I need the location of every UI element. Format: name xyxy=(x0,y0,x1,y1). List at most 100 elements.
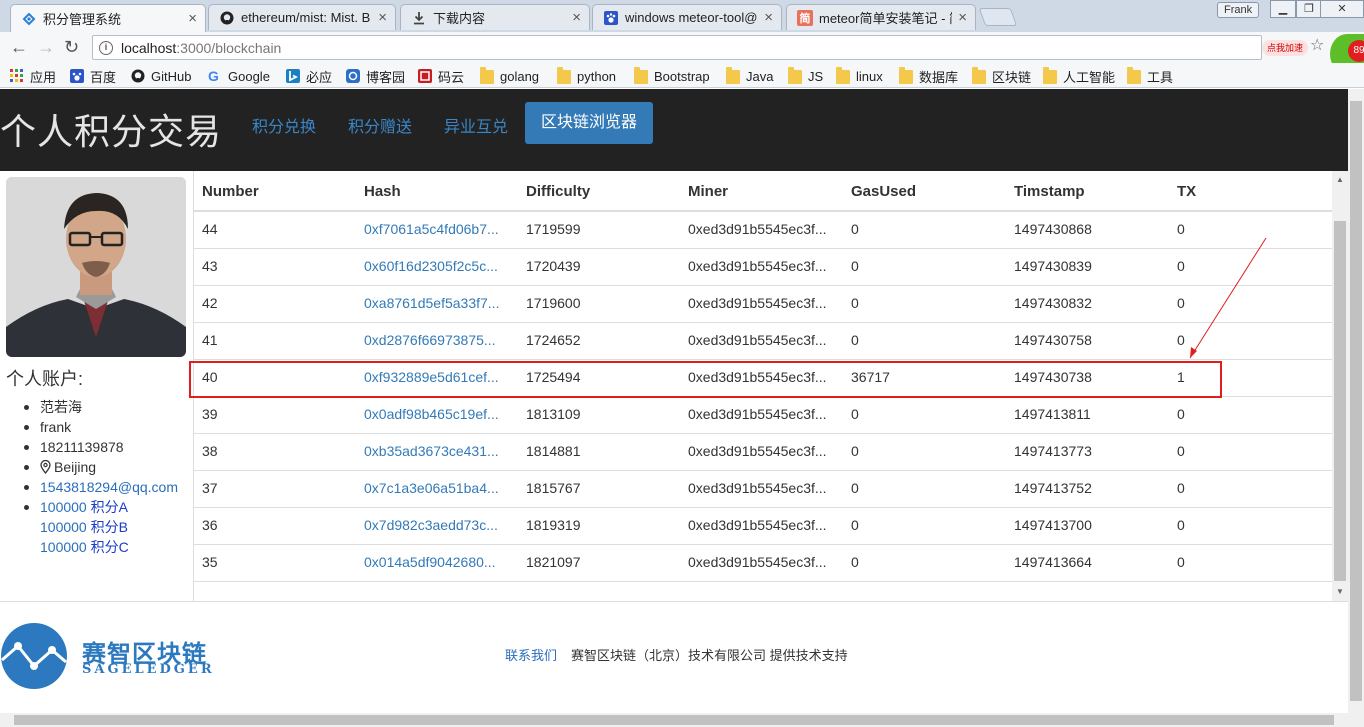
cell-hash-link[interactable]: 0x7d982c3aedd73c... xyxy=(364,517,509,533)
bookmark-apps[interactable]: 应用 xyxy=(10,67,56,85)
extension-count: 89 xyxy=(1348,40,1364,62)
bookmark-label: Google xyxy=(228,68,270,84)
close-icon[interactable]: × xyxy=(764,9,773,26)
folder-icon xyxy=(557,67,571,84)
bookmark-folder[interactable]: 区块链 xyxy=(972,67,1031,85)
bookmark-github[interactable]: GitHub xyxy=(131,67,191,85)
horizontal-scrollbar[interactable] xyxy=(0,713,1364,727)
cell-miner: 0xed3d91b5545ec3f... xyxy=(688,295,827,311)
cell-timestamp: 1497413773 xyxy=(1014,443,1092,459)
cell-hash-link[interactable]: 0x60f16d2305f2c5c... xyxy=(364,258,509,274)
bookmark-baidu[interactable]: 百度 xyxy=(70,67,116,85)
column-header-miner: Miner xyxy=(688,183,729,200)
browser-tab-1[interactable]: ethereum/mist: Mist. B × xyxy=(208,4,396,30)
bing-icon xyxy=(286,69,300,83)
extension-badge[interactable]: 点我加速 xyxy=(1262,40,1309,56)
folder-icon xyxy=(972,67,986,84)
bookmark-folder[interactable]: 人工智能 xyxy=(1043,67,1115,85)
nav-link-exchange[interactable]: 积分兑换 xyxy=(252,113,316,137)
cell-hash-link[interactable]: 0x7c1a3e06a51ba4... xyxy=(364,480,509,496)
account-points-c: 100000 积分C xyxy=(22,537,178,557)
scroll-up-icon[interactable]: ▲ xyxy=(1336,175,1344,184)
table-header: Number Hash Difficulty Miner GasUsed Timstamp… xyxy=(194,171,1332,212)
cell-number: 35 xyxy=(202,554,218,570)
cell-hash-link[interactable]: 0x014a5df9042680... xyxy=(364,554,509,570)
window-close-button[interactable]: ✕ xyxy=(1320,0,1364,18)
nav-link-cross-industry[interactable]: 异业互兑 xyxy=(444,113,508,137)
table-scrollbar[interactable]: ▲ ▼ xyxy=(1332,171,1348,601)
browser-tab-0[interactable]: 积分管理系统 × xyxy=(10,4,206,32)
footer-logo-en: SAGELEDGER xyxy=(82,662,215,677)
bookmark-folder[interactable]: linux xyxy=(836,67,883,85)
column-header-number: Number xyxy=(202,183,259,200)
browser-tab-2[interactable]: 下载内容 × xyxy=(400,4,590,30)
cell-timestamp: 1497430758 xyxy=(1014,332,1092,348)
bookmark-label: linux xyxy=(856,68,883,84)
bookmark-cnblogs[interactable]: 博客园 xyxy=(346,67,405,85)
bookmark-star-icon[interactable]: ☆ xyxy=(1310,35,1324,55)
bookmark-folder[interactable]: 数据库 xyxy=(899,67,958,85)
back-arrow-icon[interactable]: ← xyxy=(10,37,28,57)
cell-number: 42 xyxy=(202,295,218,311)
scrollbar-thumb[interactable] xyxy=(1334,221,1346,581)
bookmark-folder[interactable]: Bootstrap xyxy=(634,67,710,85)
cell-difficulty: 1815767 xyxy=(526,480,581,496)
bookmark-label: 百度 xyxy=(90,69,117,85)
annotation-arrow xyxy=(1189,237,1267,359)
close-icon[interactable]: × xyxy=(188,10,197,27)
browser-tab-3[interactable]: windows meteor-tool@ × xyxy=(592,4,782,30)
scrollbar-thumb[interactable] xyxy=(14,715,1334,725)
forward-arrow-icon[interactable]: → xyxy=(37,37,55,57)
reload-icon[interactable]: ↻ xyxy=(64,37,79,57)
jianshu-icon: 简 xyxy=(797,9,813,26)
bookmark-bing[interactable]: 必应 xyxy=(286,67,332,85)
brand-title[interactable]: 个人积分交易 xyxy=(0,103,222,155)
account-email[interactable]: 1543818294@qq.com xyxy=(22,477,178,497)
nav-link-blockchain-explorer[interactable]: 区块链浏览器 xyxy=(525,102,654,144)
bookmark-label: 区块链 xyxy=(992,69,1032,85)
points-label: 积分C xyxy=(90,539,129,555)
cell-hash-link[interactable]: 0x0adf98b465c19ef... xyxy=(364,406,509,422)
cell-hash-link[interactable]: 0xb35ad3673ce431... xyxy=(364,443,509,459)
bookmark-folder[interactable]: golang xyxy=(480,67,539,85)
page-footer: 赛智区块链 SAGELEDGER 联系我们 赛智区块链（北京）技术有限公司 提供… xyxy=(0,601,1348,713)
minimize-button[interactable]: ▁ xyxy=(1270,0,1296,18)
info-icon[interactable]: i xyxy=(99,40,113,55)
bookmark-gitee[interactable]: 码云 xyxy=(418,67,464,85)
bookmark-folder[interactable]: 工具 xyxy=(1127,67,1173,85)
bookmark-label: 应用 xyxy=(30,69,57,85)
bookmark-label: 必应 xyxy=(306,69,333,85)
bookmark-folder[interactable]: python xyxy=(557,67,616,85)
bookmark-folder[interactable]: JS xyxy=(788,67,823,85)
cell-miner: 0xed3d91b5545ec3f... xyxy=(688,221,827,237)
address-bar[interactable]: i localhost:3000/blockchain xyxy=(92,35,1262,60)
bookmark-google[interactable]: G Google xyxy=(208,67,270,85)
table-row: 36 0x7d982c3aedd73c... 1819319 0xed3d91b554… xyxy=(194,508,1332,545)
scrollbar-thumb[interactable] xyxy=(1350,101,1362,701)
account-points-a: 100000 积分A xyxy=(22,497,178,517)
maximize-button[interactable]: ❐ xyxy=(1296,0,1322,18)
account-sidebar: 个人账户: 范若海 frank 18211139878 Beijing 1543… xyxy=(0,171,194,601)
close-icon[interactable]: × xyxy=(572,9,581,26)
meteor-icon xyxy=(21,11,37,27)
contact-us-link[interactable]: 联系我们 xyxy=(505,645,557,664)
bookmark-folder[interactable]: Java xyxy=(726,67,773,85)
new-tab-button[interactable] xyxy=(978,8,1018,26)
cell-miner: 0xed3d91b5545ec3f... xyxy=(688,258,827,274)
column-header-hash: Hash xyxy=(364,183,401,200)
cell-hash-link[interactable]: 0xd2876f66973875... xyxy=(364,332,509,348)
bookmark-label: 码云 xyxy=(438,69,465,85)
page-scrollbar[interactable] xyxy=(1348,89,1364,713)
close-icon[interactable]: × xyxy=(958,9,967,26)
bookmark-label: golang xyxy=(500,68,540,84)
close-icon[interactable]: × xyxy=(378,9,387,26)
cell-timestamp: 1497413811 xyxy=(1014,406,1091,422)
cell-hash-link[interactable]: 0xf7061a5c4fd06b7... xyxy=(364,221,509,237)
cell-timestamp: 1497430832 xyxy=(1014,295,1092,311)
cell-hash-link[interactable]: 0xa8761d5ef5a33f7... xyxy=(364,295,509,311)
browser-tab-4[interactable]: 简 meteor简单安装笔记 - 简 × xyxy=(786,4,976,30)
scroll-down-icon[interactable]: ▼ xyxy=(1336,587,1344,596)
apps-grid-icon xyxy=(10,69,24,83)
profile-button[interactable]: Frank xyxy=(1217,2,1260,18)
nav-link-gift[interactable]: 积分赠送 xyxy=(348,113,412,137)
